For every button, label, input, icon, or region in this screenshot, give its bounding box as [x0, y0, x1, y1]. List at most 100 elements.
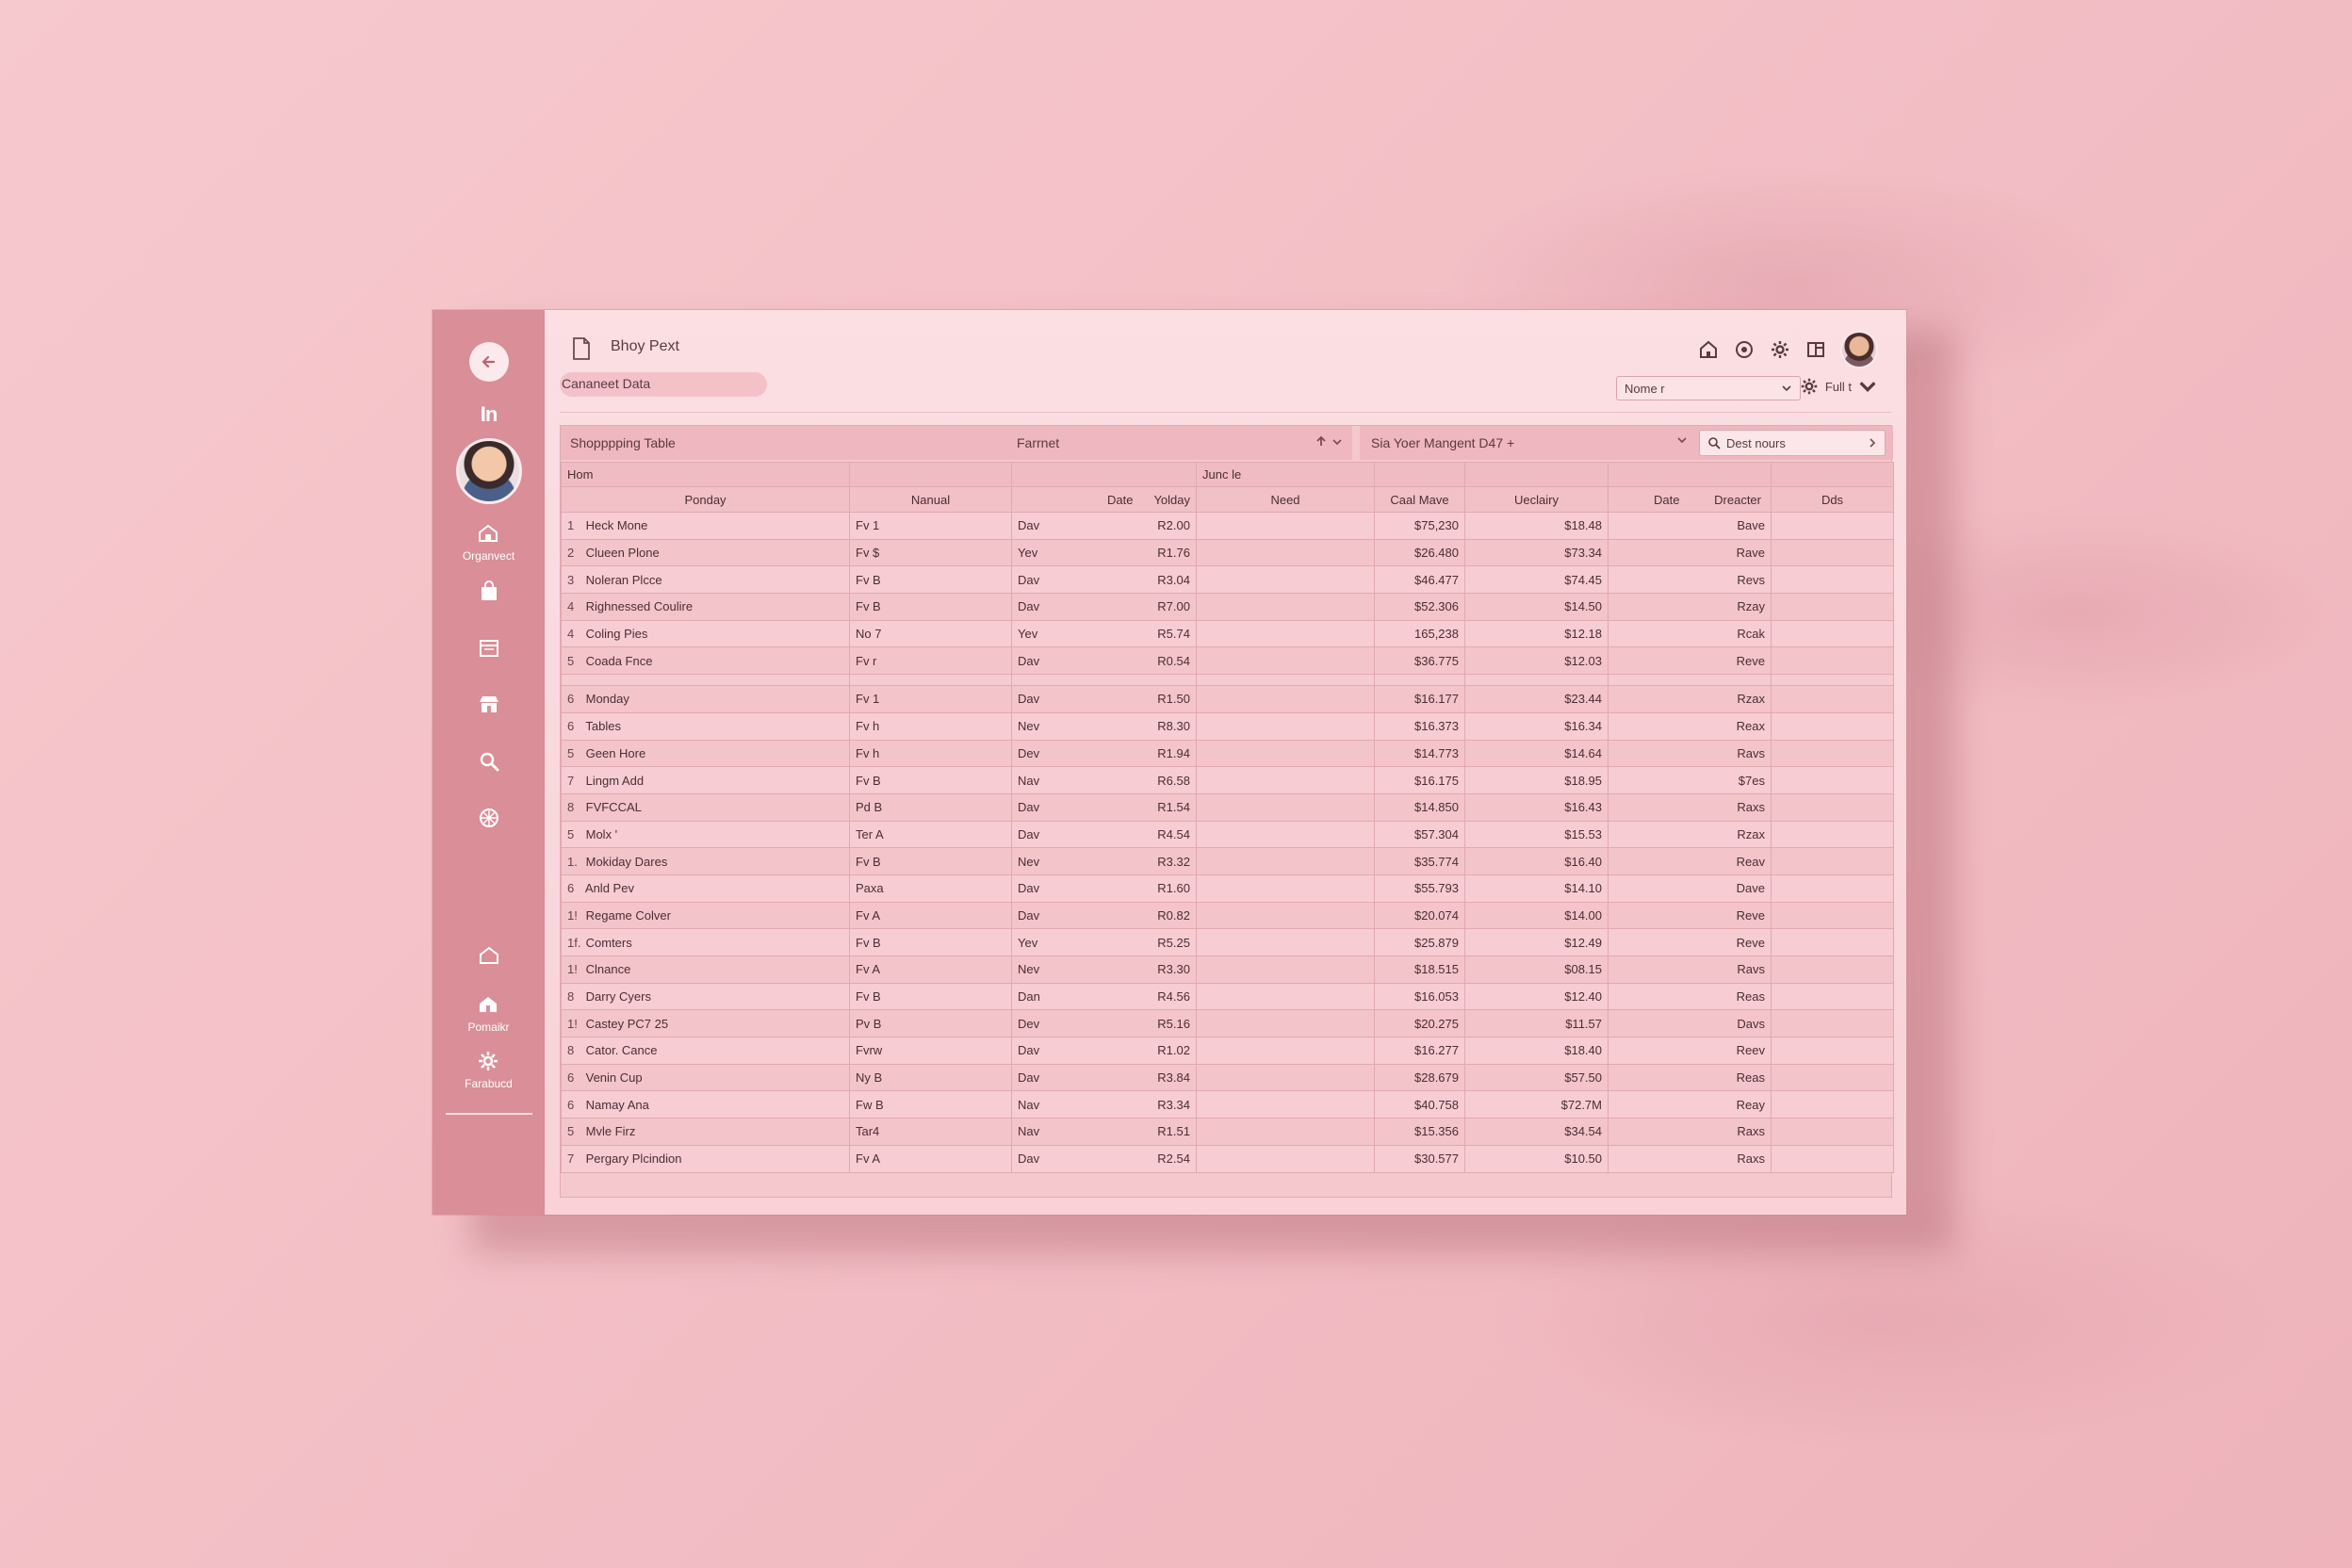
table-row[interactable]: 5 Molx ' Ter A Dav R4.54 $57.304 $15.53 Rzax: [561, 820, 1894, 849]
sidebar-item-calendar[interactable]: [477, 636, 501, 661]
cell-dds: [1771, 1118, 1894, 1146]
column-header[interactable]: Date: [1654, 493, 1679, 507]
table-row[interactable]: 4 Righnessed Coulire Fv B Dav R7.00 $52.306 $…: [561, 593, 1894, 621]
table-row[interactable]: 8 FVFCCAL Pd B Dav R1.54 $14.850 $16.43 Raxs: [561, 792, 1894, 822]
table-row[interactable]: 1! Clnance Fv A Nev R3.30 $18.515 $08.15 Ravs: [561, 956, 1894, 984]
cell-manual: Tar4: [849, 1118, 1012, 1146]
sidebar-item-bag[interactable]: [477, 580, 501, 604]
table-row[interactable]: 6 Monday Fv 1 Dav R1.50 $16.177 $23.44 Rzax: [561, 685, 1894, 713]
cell-date-value: Dav R0.82: [1011, 901, 1197, 930]
group-header-empty: [1464, 462, 1609, 487]
back-button[interactable]: [468, 342, 509, 382]
row-number: 6: [567, 1070, 575, 1086]
cell-date-value: Dav R4.54: [1011, 820, 1197, 849]
cell-value: R0.54: [1157, 653, 1190, 668]
cell-manual: Pd B: [849, 792, 1012, 822]
table-row[interactable]: 5 Mvle Firz Tar4 Nav R1.51 $15.356 $34.54 Raxs: [561, 1118, 1894, 1146]
sidebar-item-search[interactable]: [477, 749, 501, 774]
fullt-menu[interactable]: Full t: [1799, 376, 1878, 397]
cell-name: 6 Tables: [561, 711, 850, 741]
sidebar: In Organvect Pomaikr Farabucd: [433, 310, 545, 1215]
sort-up-icon[interactable]: [1315, 434, 1328, 448]
table-row[interactable]: 4 Coling Pies No 7 Yev R5.74 165,238 $12.18 Rc…: [561, 619, 1894, 648]
item-name: Monday: [585, 692, 629, 707]
sort-controls[interactable]: [1315, 434, 1343, 450]
data-table-panel: Shopppping Table Farrnet Sia Yoer Mangen…: [560, 425, 1894, 1198]
group-header-empty: [1608, 462, 1772, 487]
cell-mave: $75,230: [1374, 512, 1465, 540]
column-header[interactable]: Ponday: [561, 486, 850, 513]
column-header[interactable]: Dreacter: [1714, 493, 1761, 507]
table-row[interactable]: 7 Lingm Add Fv B Nav R6.58 $16.175 $18.95 $7es: [561, 766, 1894, 794]
cell-dds: [1771, 646, 1894, 676]
cell-dreacter: Raxs: [1608, 792, 1772, 822]
sidebar-item-home[interactable]: [477, 943, 501, 968]
cell-need: [1196, 593, 1375, 621]
table-row[interactable]: 6 Tables Fv h Nev R8.30 $16.373 $16.34 Reax: [561, 711, 1894, 741]
sidebar-item-farabucd[interactable]: Farabucd: [465, 1049, 513, 1090]
cell-date: Yev: [1018, 935, 1038, 950]
column-header[interactable]: Dds: [1771, 486, 1894, 513]
cell-dreacter: Raxs: [1608, 1144, 1772, 1173]
cell-mave: $52.306: [1374, 593, 1465, 621]
table-row[interactable]: 7 Pergary Plcindion Fv A Dav R2.54 $30.577 $1…: [561, 1144, 1894, 1173]
home-icon[interactable]: [1697, 338, 1720, 361]
cell-dds: [1771, 956, 1894, 984]
table-row[interactable]: 1. Mokiday Dares Fv B Nev R3.32 $35.774 $16.4…: [561, 847, 1894, 875]
table-row[interactable]: 6 Namay Ana Fw B Nav R3.34 $40.758 $72.7M Reay: [561, 1090, 1894, 1119]
sidebar-item-store[interactable]: [477, 693, 501, 717]
cell-date: Dav: [1018, 518, 1040, 533]
chevron-down-icon[interactable]: [1676, 434, 1688, 446]
cell-date-value: Dav R3.84: [1011, 1063, 1197, 1092]
target-icon[interactable]: [1733, 338, 1756, 361]
sidebar-item-organvect[interactable]: Organvect: [463, 521, 514, 563]
panels-icon[interactable]: [1805, 338, 1827, 361]
cell-dreacter: Dave: [1608, 874, 1772, 903]
cell-uec: $34.54: [1464, 1118, 1609, 1146]
column-header[interactable]: Caal Mave: [1374, 486, 1465, 513]
format-label[interactable]: Farrnet: [1017, 435, 1059, 450]
name-select[interactable]: Nome r: [1616, 376, 1801, 400]
search-input[interactable]: Dest nours: [1699, 430, 1886, 456]
column-header[interactable]: Need: [1196, 486, 1375, 513]
table-row[interactable]: 1! Regame Colver Fv A Dav R0.82 $20.074 $14.0…: [561, 901, 1894, 930]
table-row[interactable]: 1 Heck Mone Fv 1 Dav R2.00 $75,230 $18.48 Bave: [561, 512, 1894, 540]
cell-dds: [1771, 685, 1894, 713]
top-bar: Bhoy Pext Cananeet Data Nome r Full t: [545, 310, 1906, 414]
table-row[interactable]: 8 Cator. Cance Fvrw Dav R1.02 $16.277 $18.40 R…: [561, 1037, 1894, 1065]
gear-icon[interactable]: [1769, 338, 1791, 361]
table-row[interactable]: 5 Coada Fnce Fv r Dav R0.54 $36.775 $12.03 Rev…: [561, 646, 1894, 676]
cell-date: Nev: [1018, 962, 1040, 977]
cell-need: [1196, 847, 1375, 875]
sidebar-item-globe[interactable]: [477, 806, 501, 830]
row-number: 3: [567, 572, 575, 587]
cell-date: Dav: [1018, 881, 1040, 896]
column-header-pair: Date Yolday: [1011, 486, 1197, 513]
chevron-right-icon[interactable]: [1868, 438, 1877, 448]
sidebar-item-pomaikr[interactable]: Pomaikr: [467, 992, 510, 1034]
table-row[interactable]: 1! Castey PC7 25 Pv B Dev R5.16 $20.275 $11.5…: [561, 1009, 1894, 1038]
table-row[interactable]: 6 Anld Pev Paxa Dav R1.60 $55.793 $14.10 Dave: [561, 874, 1894, 903]
cell-date: Dav: [1018, 907, 1040, 923]
cell-date-value: Dev R5.16: [1011, 1009, 1197, 1038]
column-header[interactable]: Nanual: [849, 486, 1012, 513]
table-row[interactable]: 1f. Comters Fv B Yev R5.25 $25.879 $12.49 Reve: [561, 928, 1894, 956]
profile-avatar[interactable]: [1840, 331, 1878, 368]
cell-mave: $18.515: [1374, 956, 1465, 984]
segment-select[interactable]: Sia Yoer Mangent D47 +: [1371, 435, 1514, 450]
table-row[interactable]: 3 Noleran Plcce Fv B Dav R3.04 $46.477 $74.45…: [561, 565, 1894, 595]
table-row[interactable]: 6 Venin Cup Ny B Dav R3.84 $28.679 $57.50 Reas: [561, 1063, 1894, 1092]
column-header[interactable]: Date: [1107, 493, 1133, 507]
cell-value: R1.50: [1157, 692, 1190, 707]
cell-mave: $16.177: [1374, 685, 1465, 713]
table-row[interactable]: 5 Geen Hore Fv h Dev R1.94 $14.773 $14.64 Ravs: [561, 739, 1894, 768]
table-row[interactable]: 2 Clueen Plone Fv $ Yev R1.76 $26.480 $73.34 R…: [561, 538, 1894, 567]
item-name: Namay Ana: [585, 1097, 649, 1112]
user-avatar[interactable]: [455, 438, 522, 504]
column-header[interactable]: Ueclairy: [1464, 486, 1609, 513]
chevron-down-icon[interactable]: [1331, 436, 1343, 448]
cell-dds: [1771, 1063, 1894, 1092]
table-row[interactable]: 8 Darry Cyers Fv B Dan R4.56 $16.053 $12.40 Re…: [561, 982, 1894, 1011]
column-header[interactable]: Yolday: [1153, 493, 1190, 507]
cell-dds: [1771, 928, 1894, 956]
